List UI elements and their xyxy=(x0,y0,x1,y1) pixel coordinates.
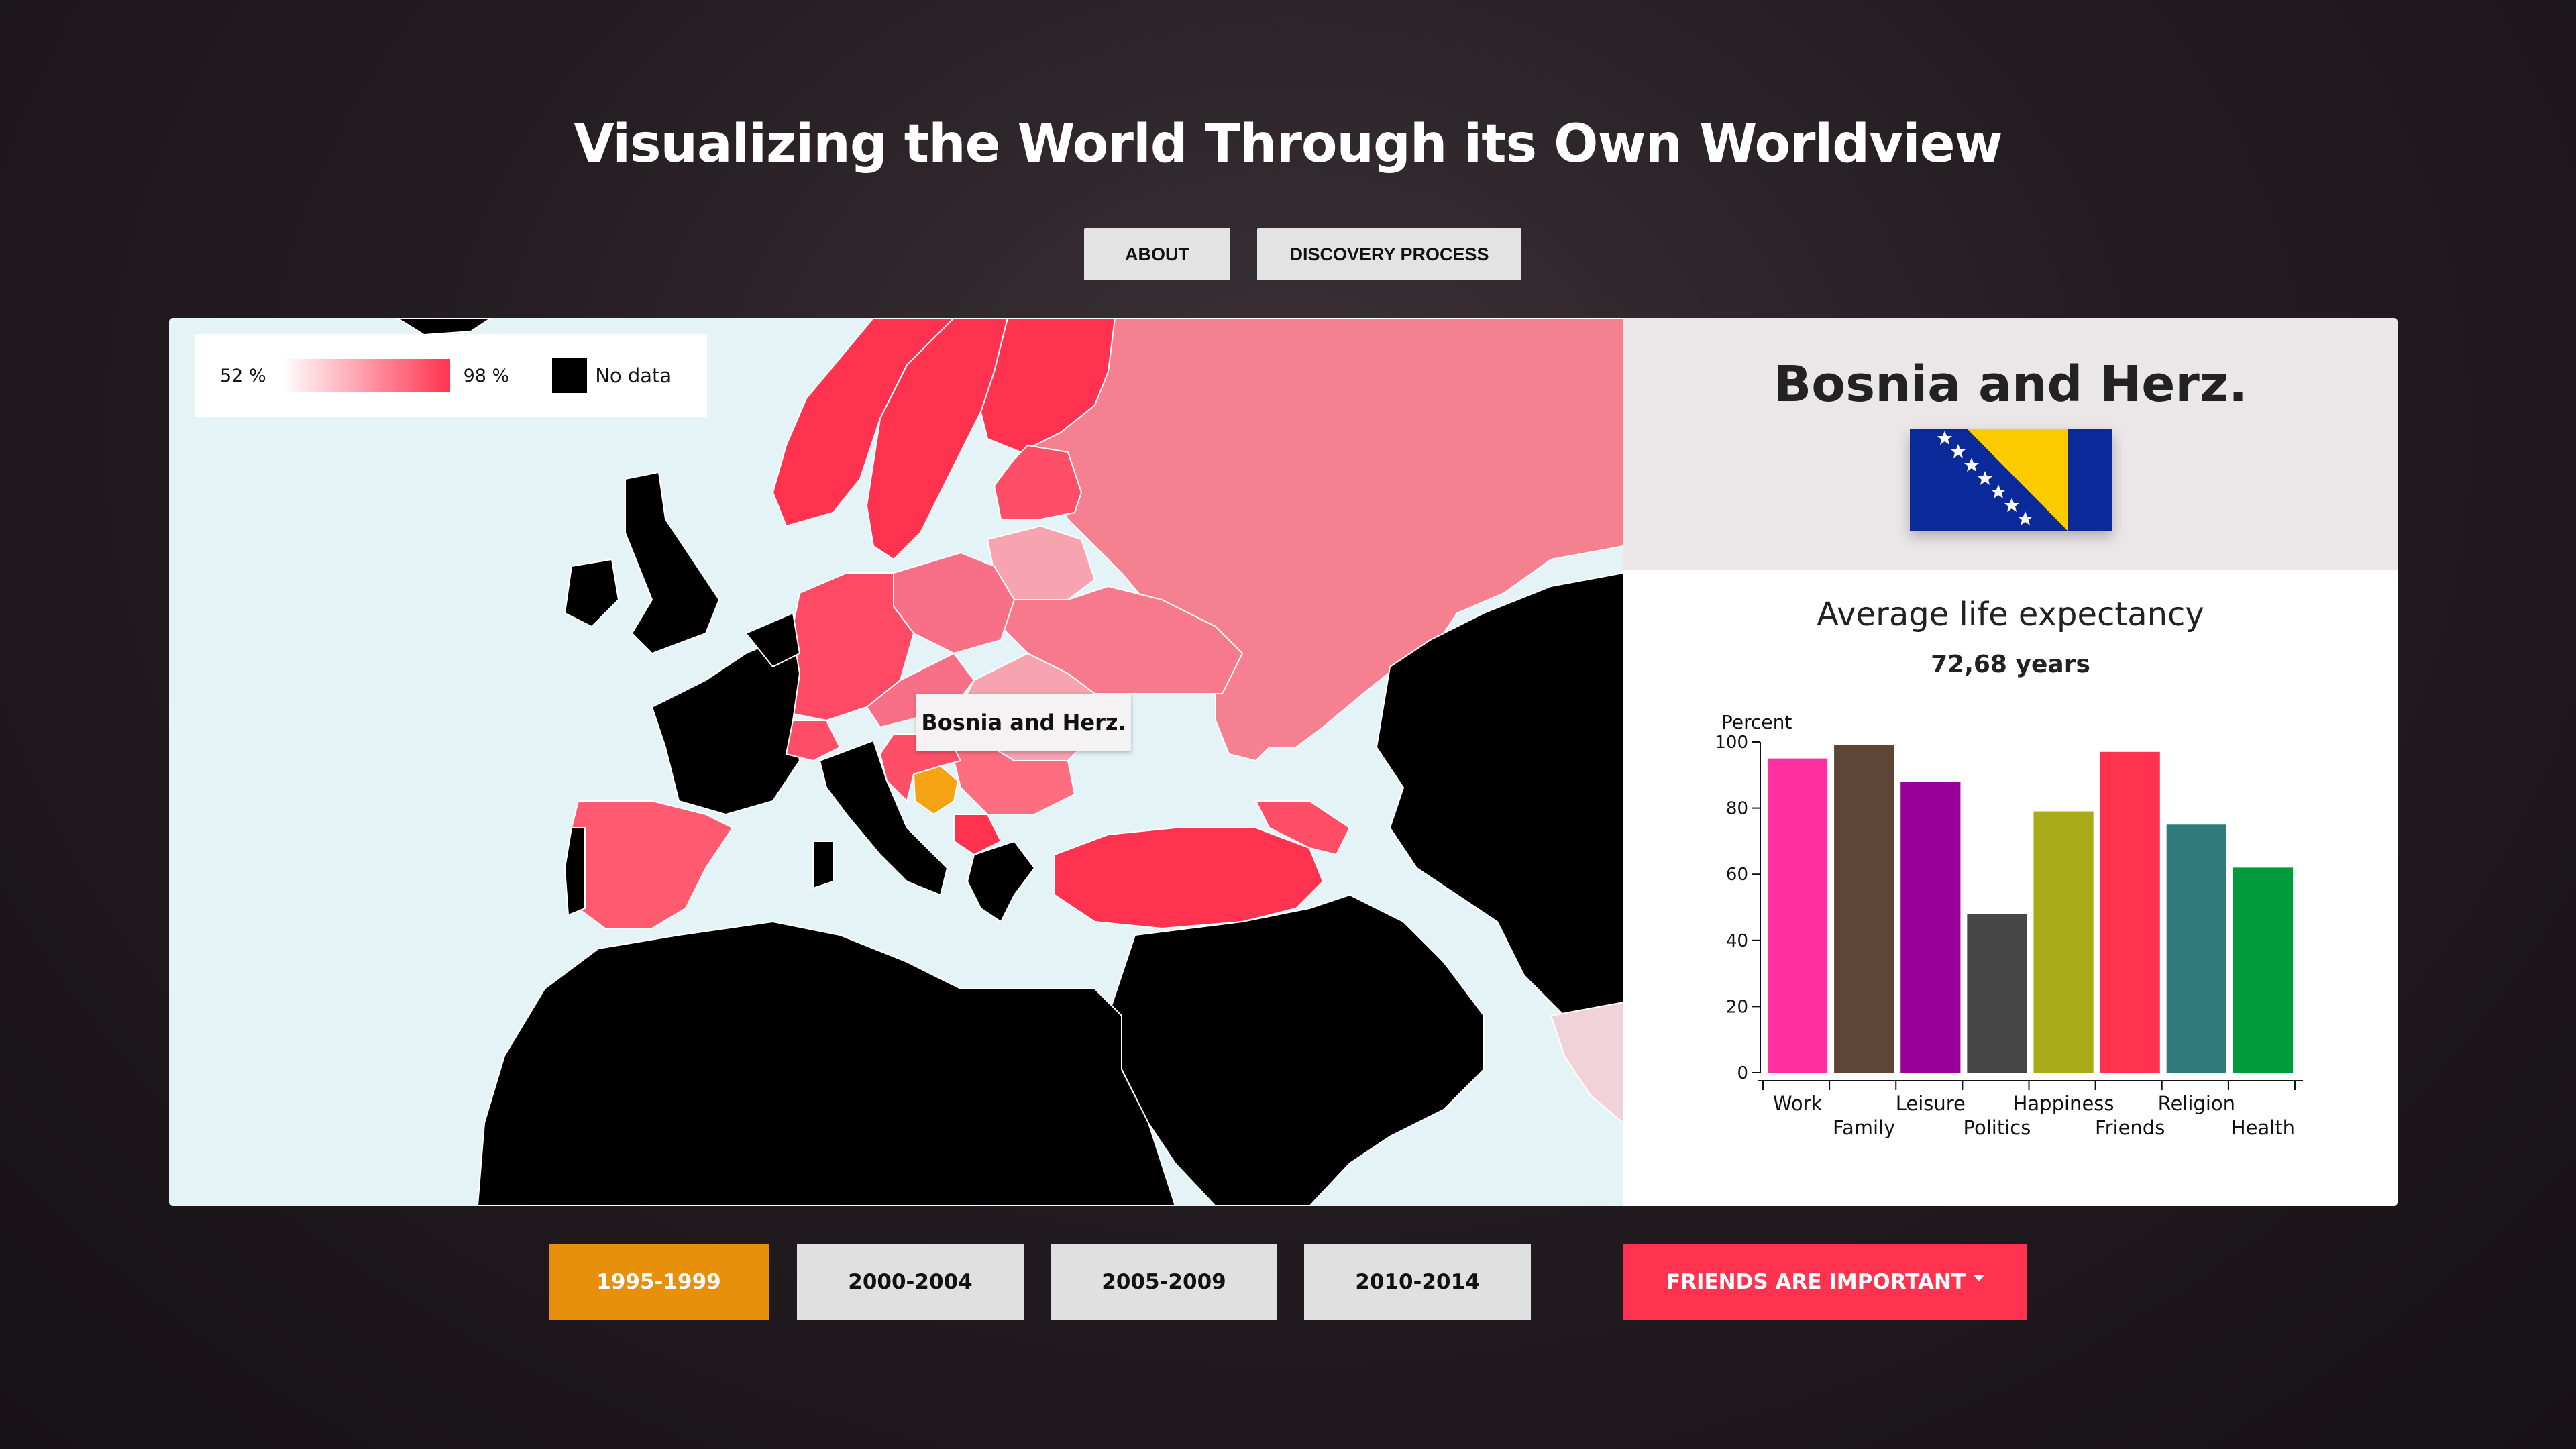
values-bar-chart: Percent 0 20 40 60 80 100 Work FamilyLeisurePoli… xyxy=(1715,711,2303,1139)
page-title: Visualizing the World Through its Own Wo… xyxy=(574,114,2002,174)
y-tick-label: 60 xyxy=(1726,865,1748,885)
legend-max-label: 98 % xyxy=(463,365,510,386)
legend-gradient-bar xyxy=(282,359,450,392)
main-card: 52 % 98 % No data Bosnia and Herz. Bosni… xyxy=(169,318,2398,1206)
legend-no-data-label: No data xyxy=(595,364,672,387)
map-tooltip: Bosnia and Herz. xyxy=(916,694,1131,751)
bar-work xyxy=(1767,758,1828,1073)
period-button-2010-2014[interactable]: 2010-2014 xyxy=(1304,1244,1531,1320)
period-button-1995-1999[interactable]: 1995-1999 xyxy=(549,1244,769,1320)
country-baltics[interactable] xyxy=(993,444,1083,520)
y-tick-label: 0 xyxy=(1737,1063,1748,1083)
country-india[interactable] xyxy=(1550,1001,1623,1124)
y-tick-label: 20 xyxy=(1726,997,1748,1017)
bar-leisure xyxy=(1900,782,1961,1073)
bar-family xyxy=(1834,745,1894,1073)
period-label: 2010-2014 xyxy=(1355,1270,1480,1294)
period-label: 2000-2004 xyxy=(848,1270,973,1294)
chart-title: Average life expectancy xyxy=(1817,596,2204,633)
dropdown-label: FRIENDS ARE IMPORTANT xyxy=(1666,1270,1966,1294)
y-tick-label: 80 xyxy=(1726,799,1748,819)
country-ireland[interactable] xyxy=(564,558,620,628)
chevron-down-icon xyxy=(1974,1275,1985,1281)
x-tick-label: Politics xyxy=(1964,1116,2031,1139)
x-tick-label: Friends xyxy=(2095,1116,2165,1139)
about-button[interactable]: ABOUT xyxy=(1084,228,1230,280)
x-tick-label: Work xyxy=(1773,1092,1823,1115)
country-spain[interactable] xyxy=(570,800,734,929)
country-portugal[interactable] xyxy=(564,827,586,916)
country-name: Bosnia and Herz. xyxy=(1773,356,2248,413)
period-button-2000-2004[interactable]: 2000-2004 xyxy=(797,1244,1024,1320)
bar-happiness xyxy=(2033,811,2094,1073)
x-tick-label: Health xyxy=(2231,1116,2295,1139)
legend-min-label: 52 % xyxy=(220,365,266,386)
country-north-africa[interactable] xyxy=(476,920,1177,1206)
country-bosnia-selected[interactable] xyxy=(912,765,959,816)
x-tick-label: Leisure xyxy=(1896,1092,1966,1115)
period-label: 1995-1999 xyxy=(596,1270,721,1294)
map-svg[interactable] xyxy=(169,318,1623,1206)
country-switzerland[interactable] xyxy=(785,720,841,762)
country-detail-panel: Bosnia and Herz. Average life expectancy… xyxy=(1623,318,2398,1206)
x-tick-label: Family xyxy=(1833,1116,1895,1139)
world-map[interactable]: 52 % 98 % No data Bosnia and Herz. xyxy=(169,318,1623,1206)
country-iceland[interactable] xyxy=(396,318,492,336)
country-uk[interactable] xyxy=(625,471,720,655)
y-axis-label: Percent xyxy=(1721,711,1792,733)
period-label: 2005-2009 xyxy=(1102,1270,1226,1294)
country-greece[interactable] xyxy=(966,840,1036,923)
y-tick-label: 40 xyxy=(1726,931,1748,951)
country-header: Bosnia and Herz. xyxy=(1623,318,2398,570)
bar-religion xyxy=(2166,824,2226,1073)
discovery-process-button[interactable]: DISCOVERY PROCESS xyxy=(1257,228,1521,280)
bar-friends xyxy=(2100,751,2160,1073)
bar-politics xyxy=(1967,914,2027,1073)
x-tick-label: Happiness xyxy=(2013,1092,2114,1115)
legend-no-data-swatch xyxy=(552,358,588,393)
bosnia-flag-icon xyxy=(1910,429,2112,531)
map-legend: 52 % 98 % No data xyxy=(195,334,707,417)
y-tick-label: 100 xyxy=(1715,733,1748,753)
period-button-2005-2009[interactable]: 2005-2009 xyxy=(1051,1244,1277,1320)
country-middle-east[interactable] xyxy=(1107,894,1485,1206)
x-tick-label: Religion xyxy=(2158,1092,2235,1115)
indicator-dropdown[interactable]: FRIENDS ARE IMPORTANT xyxy=(1623,1244,2027,1320)
bar-health xyxy=(2233,867,2294,1073)
country-sardinia[interactable] xyxy=(812,841,834,890)
